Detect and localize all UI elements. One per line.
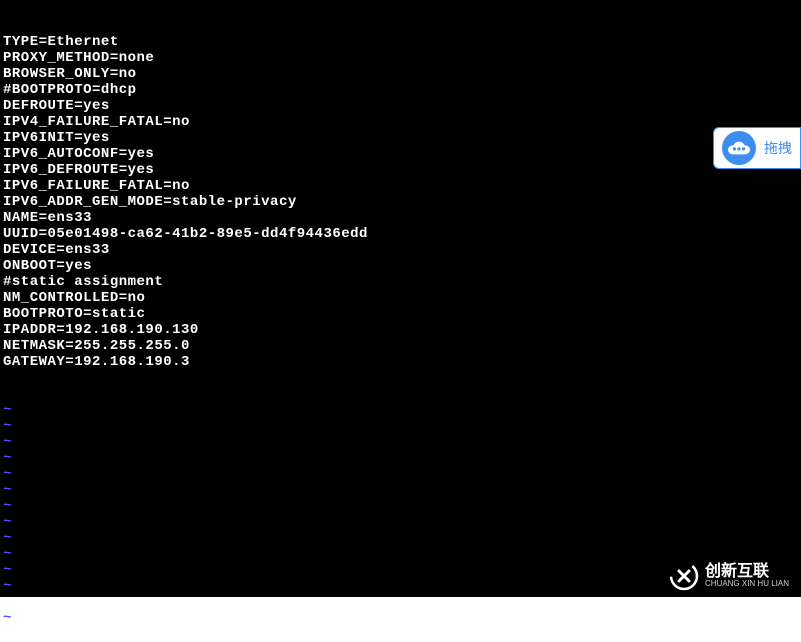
config-line: #BOOTPROTO=dhcp xyxy=(3,82,798,98)
watermark-icon xyxy=(669,561,699,591)
bottom-border xyxy=(0,596,801,603)
file-content: TYPE=EthernetPROXY_METHOD=noneBROWSER_ON… xyxy=(3,34,798,370)
watermark: 创新互联 CHUANG XIN HU LIAN xyxy=(669,561,789,591)
empty-line-tilde: ~ xyxy=(3,530,798,546)
config-line: GATEWAY=192.168.190.3 xyxy=(3,354,798,370)
config-line: NAME=ens33 xyxy=(3,210,798,226)
terminal-editor[interactable]: TYPE=EthernetPROXY_METHOD=noneBROWSER_ON… xyxy=(0,0,801,596)
config-line: BOOTPROTO=static xyxy=(3,306,798,322)
config-line: IPADDR=192.168.190.130 xyxy=(3,322,798,338)
config-line: NETMASK=255.255.255.0 xyxy=(3,338,798,354)
watermark-en: CHUANG XIN HU LIAN xyxy=(705,580,789,589)
empty-line-tilde: ~ xyxy=(3,610,798,626)
empty-lines: ~~~~~~~~~~~~~~ xyxy=(3,402,798,626)
empty-line-tilde: ~ xyxy=(3,402,798,418)
empty-line-tilde: ~ xyxy=(3,514,798,530)
empty-line-tilde: ~ xyxy=(3,418,798,434)
config-line: IPV6_FAILURE_FATAL=no xyxy=(3,178,798,194)
config-line: IPV6_AUTOCONF=yes xyxy=(3,146,798,162)
config-line: #static assignment xyxy=(3,274,798,290)
empty-line-tilde: ~ xyxy=(3,466,798,482)
watermark-zh: 创新互联 xyxy=(705,563,789,581)
upload-drag-button[interactable]: 拖拽 xyxy=(713,127,801,169)
config-line: PROXY_METHOD=none xyxy=(3,50,798,66)
config-line: TYPE=Ethernet xyxy=(3,34,798,50)
cloud-icon xyxy=(722,131,756,165)
empty-line-tilde: ~ xyxy=(3,482,798,498)
config-line: IPV6_DEFROUTE=yes xyxy=(3,162,798,178)
config-line: IPV6_ADDR_GEN_MODE=stable-privacy xyxy=(3,194,798,210)
config-line: DEFROUTE=yes xyxy=(3,98,798,114)
upload-drag-label: 拖拽 xyxy=(764,138,792,158)
empty-line-tilde: ~ xyxy=(3,450,798,466)
config-line: IPV6INIT=yes xyxy=(3,130,798,146)
empty-line-tilde: ~ xyxy=(3,434,798,450)
empty-line-tilde: ~ xyxy=(3,546,798,562)
config-line: DEVICE=ens33 xyxy=(3,242,798,258)
config-line: IPV4_FAILURE_FATAL=no xyxy=(3,114,798,130)
config-line: UUID=05e01498-ca62-41b2-89e5-dd4f94436ed… xyxy=(3,226,798,242)
empty-line-tilde: ~ xyxy=(3,498,798,514)
config-line: BROWSER_ONLY=no xyxy=(3,66,798,82)
config-line: NM_CONTROLLED=no xyxy=(3,290,798,306)
config-line: ONBOOT=yes xyxy=(3,258,798,274)
